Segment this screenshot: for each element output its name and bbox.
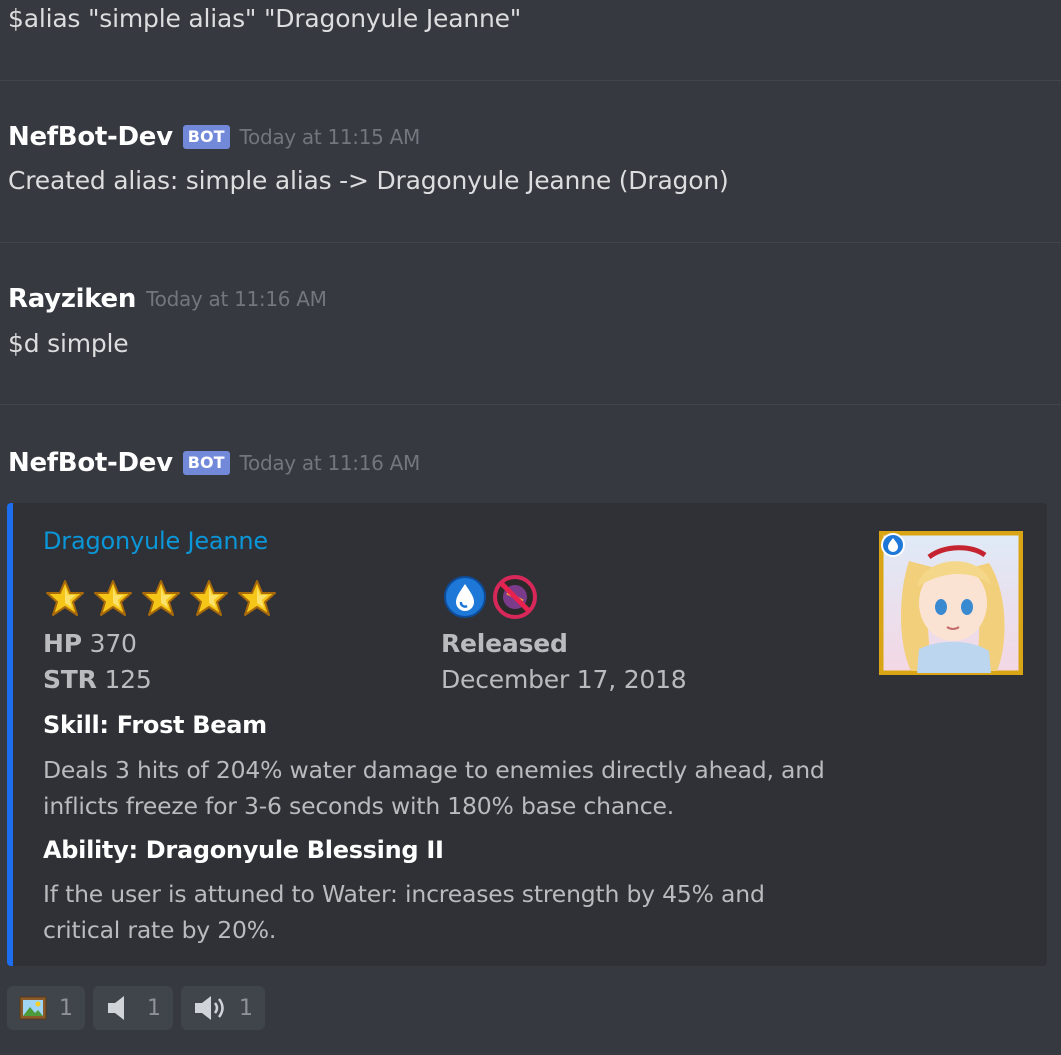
- timestamp[interactable]: Today at 11:16 AM: [146, 287, 327, 311]
- water-element-icon: [444, 576, 486, 618]
- ability-description-line: critical rate by 20%.: [43, 916, 277, 944]
- reaction-count: 1: [59, 995, 73, 1021]
- message-header: NefBot-Dev BOT Today at 11:16 AM: [8, 448, 420, 478]
- star-icon: [238, 580, 276, 616]
- timestamp[interactable]: Today at 11:15 AM: [240, 125, 421, 149]
- star-icon: [94, 580, 132, 616]
- reaction-count: 1: [147, 995, 161, 1021]
- str-value: 125: [104, 665, 152, 694]
- message-text: Created alias: simple alias -> Dragonyul…: [8, 166, 729, 195]
- released-field: Released: [441, 629, 568, 658]
- speaker-low-icon: [108, 996, 124, 1020]
- reaction-count: 1: [239, 995, 253, 1021]
- username[interactable]: Rayziken: [8, 284, 136, 314]
- hp-field: HP 370: [43, 629, 137, 658]
- embed-title-link[interactable]: Dragonyule Jeanne: [43, 527, 268, 555]
- speaker-sound-icon: [195, 996, 224, 1020]
- reaction-speaker-sound[interactable]: 1: [181, 986, 265, 1030]
- hp-label: HP: [43, 629, 82, 658]
- hp-value: 370: [89, 629, 137, 658]
- released-value: December 17, 2018: [441, 665, 687, 694]
- skill-description-line: inflicts freeze for 3-6 seconds with 180…: [43, 792, 674, 820]
- message-divider: [0, 80, 1061, 81]
- message-header: Rayziken Today at 11:16 AM: [8, 284, 327, 314]
- timestamp[interactable]: Today at 11:16 AM: [240, 451, 421, 475]
- message-text-alias-command: $alias "simple alias" "Dragonyule Jeanne…: [8, 4, 522, 33]
- embed-card: Dragonyule Jeanne HP 370 STR 125 Release…: [7, 503, 1047, 966]
- username[interactable]: NefBot-Dev: [8, 122, 173, 152]
- skill-description-line: Deals 3 hits of 204% water damage to ene…: [43, 756, 825, 784]
- message-divider: [0, 242, 1061, 243]
- released-date: December 17, 2018: [441, 665, 687, 694]
- released-label: Released: [441, 629, 568, 658]
- message-divider: [0, 404, 1061, 405]
- bot-tag: BOT: [182, 125, 230, 149]
- message-header: NefBot-Dev BOT Today at 11:15 AM: [8, 122, 420, 152]
- star-icon: [190, 580, 228, 616]
- reaction-picture[interactable]: 1: [7, 986, 85, 1030]
- no-weapon-icon: [493, 575, 537, 619]
- reaction-speaker-low[interactable]: 1: [93, 986, 173, 1030]
- rarity-stars: [45, 578, 277, 618]
- thumbnail-image[interactable]: [879, 531, 1023, 675]
- element-icons: [443, 575, 537, 619]
- ability-title: Ability: Dragonyule Blessing II: [43, 836, 444, 864]
- skill-title: Skill: Frost Beam: [43, 711, 267, 739]
- str-field: STR 125: [43, 665, 152, 694]
- star-icon: [142, 580, 180, 616]
- reactions-bar: 1 1 1: [7, 986, 265, 1030]
- username[interactable]: NefBot-Dev: [8, 448, 173, 478]
- message-text: $d simple: [8, 329, 129, 358]
- bot-tag: BOT: [182, 451, 230, 475]
- ability-description-line: If the user is attuned to Water: increas…: [43, 880, 765, 908]
- framed-picture-icon: [19, 996, 47, 1020]
- str-label: STR: [43, 665, 97, 694]
- star-icon: [46, 580, 84, 616]
